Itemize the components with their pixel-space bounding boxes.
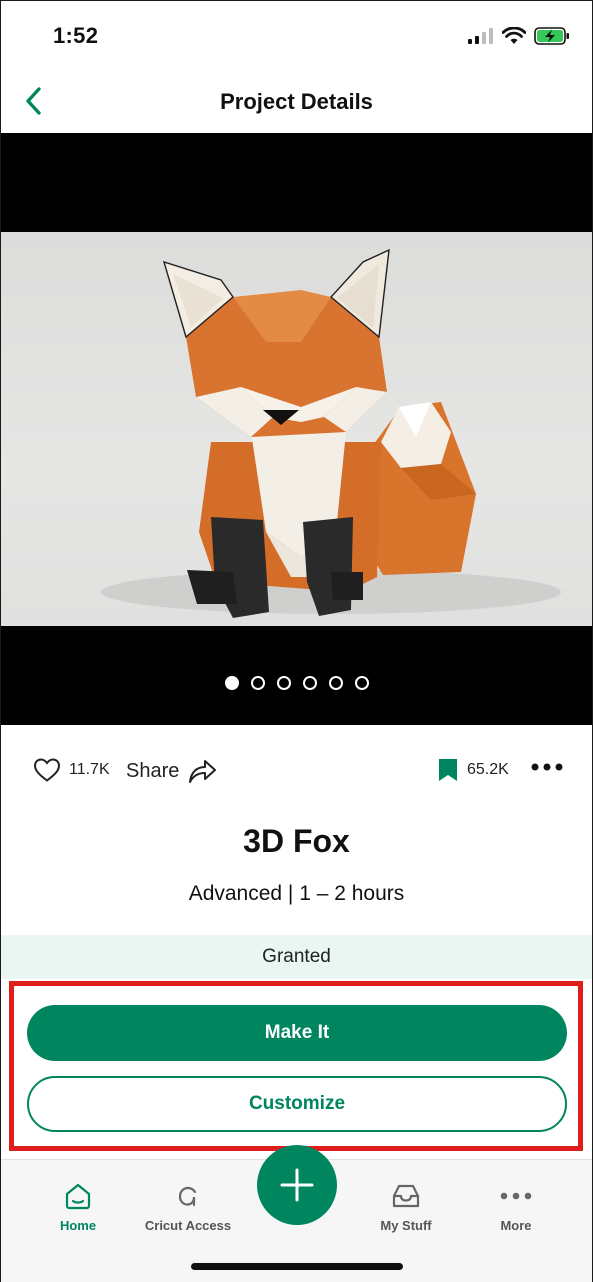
more-options-button[interactable] xyxy=(531,763,563,771)
cta-area: Make It Customize xyxy=(1,979,592,1159)
project-title: 3D Fox xyxy=(243,823,350,859)
cellular-signal-icon xyxy=(468,28,493,44)
status-bar: 1:52 xyxy=(1,1,592,71)
tab-cricut-access[interactable]: Cricut Access xyxy=(133,1180,243,1233)
tab-home[interactable]: Home xyxy=(23,1180,133,1233)
more-dots-icon xyxy=(531,763,563,771)
project-image-carousel[interactable] xyxy=(1,133,592,725)
save-count: 65.2K xyxy=(467,761,509,778)
tab-my-stuff[interactable]: My Stuff xyxy=(351,1180,461,1233)
carousel-dot-1[interactable] xyxy=(224,676,239,690)
customize-button[interactable]: Customize xyxy=(27,1076,567,1132)
cricut-access-icon xyxy=(178,1186,197,1207)
access-status-banner: Granted xyxy=(1,935,592,979)
bookmark-icon xyxy=(439,759,457,781)
tab-cricut-access-label: Cricut Access xyxy=(144,1218,232,1233)
bookmark-button[interactable]: 65.2K xyxy=(437,757,509,783)
heart-icon xyxy=(33,758,61,782)
wifi-icon xyxy=(502,27,526,44)
carousel-dots xyxy=(1,676,592,690)
home-icon xyxy=(65,1183,91,1210)
status-time: 1:52 xyxy=(53,23,99,48)
share-button[interactable]: Share xyxy=(126,757,217,785)
page-title: Project Details xyxy=(220,89,373,114)
project-photo xyxy=(1,232,592,626)
tab-my-stuff-label: My Stuff xyxy=(380,1218,432,1233)
home-indicator xyxy=(191,1263,403,1270)
tab-more-label: More xyxy=(500,1218,532,1233)
carousel-dot-6[interactable] xyxy=(354,676,369,690)
carousel-dot-2[interactable] xyxy=(250,676,265,690)
inbox-icon xyxy=(392,1184,420,1208)
battery-charging-icon xyxy=(534,27,569,45)
carousel-dot-5[interactable] xyxy=(328,676,343,690)
tab-more[interactable]: More xyxy=(461,1180,571,1233)
status-icons xyxy=(468,27,570,45)
project-meta: Advanced | 1 – 2 hours xyxy=(188,882,405,905)
nav-bar: Project Details xyxy=(1,71,592,133)
carousel-dot-4[interactable] xyxy=(302,676,317,690)
carousel-dot-3[interactable] xyxy=(276,676,291,690)
paper-fox-illustration xyxy=(101,248,561,618)
plus-icon xyxy=(280,1168,314,1202)
share-arrow-icon xyxy=(189,760,217,783)
like-button[interactable]: 11.7K xyxy=(33,757,110,783)
create-button[interactable] xyxy=(257,1145,337,1225)
share-label: Share xyxy=(126,759,180,782)
like-count: 11.7K xyxy=(69,761,110,778)
more-dots-icon xyxy=(500,1192,532,1200)
project-actions: 11.7K Share 65.2K xyxy=(1,725,592,815)
tab-home-label: Home xyxy=(59,1218,97,1233)
make-it-button[interactable]: Make It xyxy=(27,1005,567,1061)
